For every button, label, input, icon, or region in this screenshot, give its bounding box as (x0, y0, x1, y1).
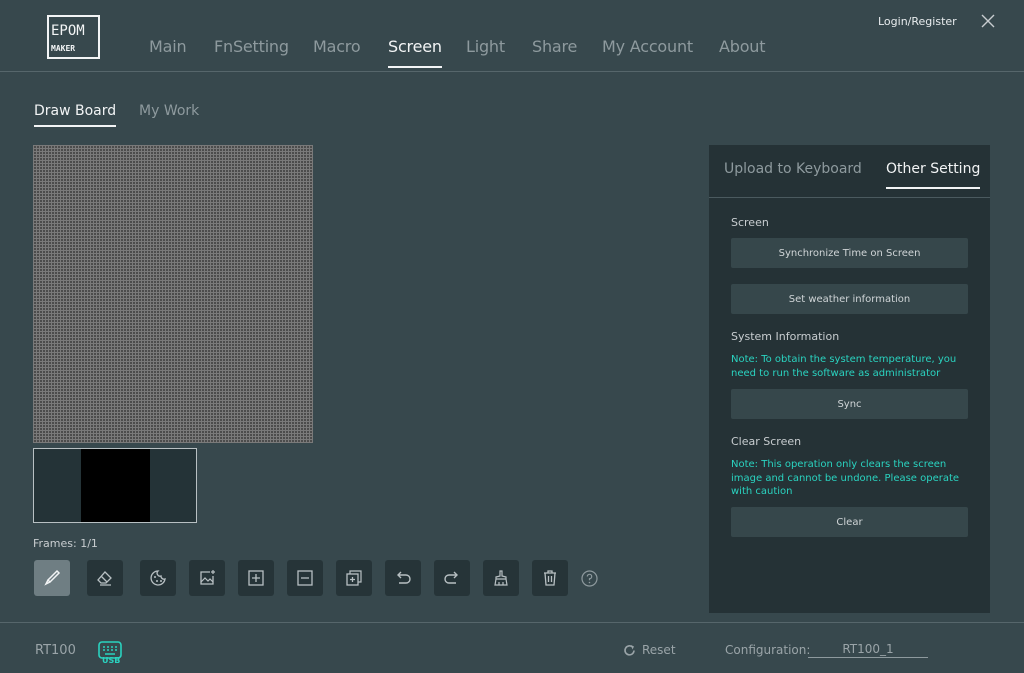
refresh-icon (624, 644, 635, 656)
sync-button[interactable]: Sync (731, 389, 968, 419)
nav-light[interactable]: Light (466, 37, 505, 68)
copy-frame-icon (346, 570, 362, 586)
system-info-note: Note: To obtain the system temperature, … (731, 354, 957, 379)
login-register-link[interactable]: Login/Register (878, 15, 957, 28)
configuration-label: Configuration: (725, 643, 811, 657)
system-info-section-title: System Information (731, 330, 840, 343)
tab-other-setting[interactable]: Other Setting (886, 161, 981, 189)
redo-icon (444, 571, 458, 584)
connection-type-label: USB (102, 656, 121, 665)
frame-thumbnail[interactable] (33, 448, 197, 523)
add-frame-icon (248, 570, 264, 586)
clear-brush-icon (494, 570, 508, 586)
image-add-icon (200, 570, 215, 585)
redo-button[interactable] (434, 560, 470, 596)
palette-tool-button[interactable] (140, 560, 176, 596)
eraser-icon (97, 571, 112, 586)
keyboard-model: RT100 (35, 643, 76, 658)
copy-frame-button[interactable] (336, 560, 372, 596)
nav-fnsetting[interactable]: FnSetting (214, 37, 289, 68)
nav-screen[interactable]: Screen (388, 37, 442, 68)
nav-macro[interactable]: Macro (313, 37, 361, 68)
footer-divider (0, 622, 1024, 623)
tab-draw-board[interactable]: Draw Board (34, 103, 117, 127)
undo-button[interactable] (385, 560, 421, 596)
frame-preview-image (81, 449, 150, 522)
close-icon[interactable] (979, 12, 997, 30)
remove-frame-icon (297, 570, 313, 586)
tab-upload-to-keyboard[interactable]: Upload to Keyboard (724, 161, 862, 189)
pixel-draw-canvas[interactable] (33, 145, 313, 443)
clear-screen-note: Note: This operation only clears the scr… (731, 459, 960, 497)
reset-label: Reset (642, 643, 676, 657)
trash-icon (544, 570, 556, 586)
add-frame-button[interactable] (238, 560, 274, 596)
palette-icon (150, 570, 166, 586)
help-icon[interactable] (581, 570, 598, 587)
brush-icon (44, 569, 61, 586)
nav-main[interactable]: Main (149, 37, 187, 68)
clear-screen-section-title: Clear Screen (731, 435, 802, 448)
undo-icon (397, 571, 411, 584)
svg-text:EPOM: EPOM (51, 23, 85, 39)
nav-share[interactable]: Share (532, 37, 577, 68)
frames-counter: Frames: 1/1 (33, 537, 98, 550)
epomaker-logo: EPOM MAKER (47, 15, 100, 59)
clear-screen-button[interactable]: Clear (731, 507, 968, 537)
nav-my-account[interactable]: My Account (602, 37, 693, 68)
clear-canvas-button[interactable] (483, 560, 519, 596)
tab-my-work[interactable]: My Work (139, 103, 199, 127)
reset-button[interactable]: Reset (623, 643, 676, 657)
remove-frame-button[interactable] (287, 560, 323, 596)
top-nav: EPOM MAKER Main FnSetting Macro Screen L… (0, 0, 1024, 72)
delete-button[interactable] (532, 560, 568, 596)
configuration-input[interactable] (808, 640, 928, 658)
settings-panel: Upload to Keyboard Other Setting Screen … (709, 145, 990, 613)
sync-time-button[interactable]: Synchronize Time on Screen (731, 238, 968, 268)
svg-text:MAKER: MAKER (51, 44, 75, 53)
set-weather-button[interactable]: Set weather information (731, 284, 968, 314)
import-image-button[interactable] (189, 560, 225, 596)
screen-section-title: Screen (731, 216, 769, 229)
eraser-tool-button[interactable] (87, 560, 123, 596)
brush-tool-button[interactable] (34, 560, 70, 596)
panel-tab-divider (709, 197, 990, 198)
nav-about[interactable]: About (719, 37, 766, 68)
